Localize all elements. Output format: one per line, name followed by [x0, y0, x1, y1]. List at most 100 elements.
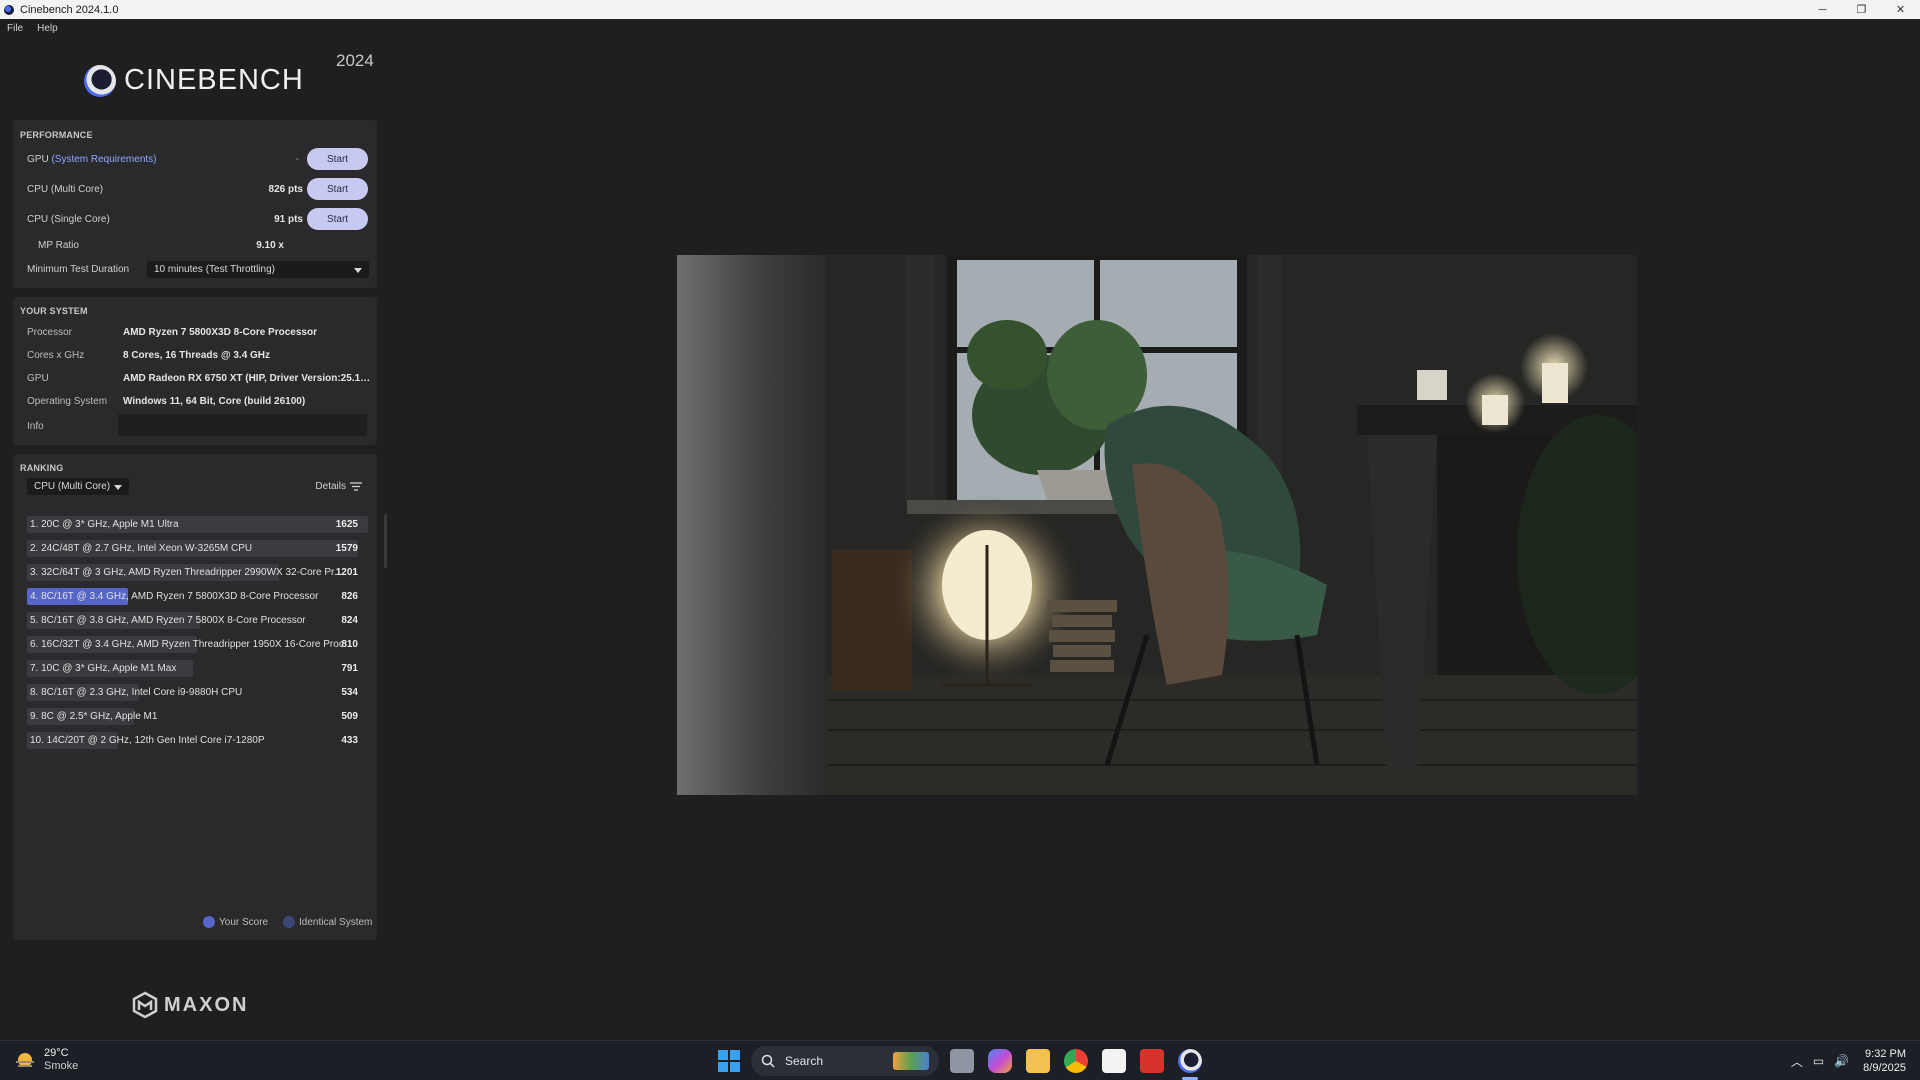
os-value: Windows 11, 64 Bit, Core (build 26100)	[123, 395, 306, 407]
flash-app-icon[interactable]	[1140, 1049, 1164, 1073]
min-duration-dropdown[interactable]: 10 minutes (Test Throttling)	[147, 261, 369, 278]
ranking-row-score: 1579	[335, 543, 358, 554]
panel-splitter[interactable]	[384, 514, 387, 568]
weather-temp: 29°C	[44, 1047, 69, 1059]
cinebench-app-icon	[4, 4, 14, 15]
ranking-category-dropdown[interactable]: CPU (Multi Core)	[27, 478, 129, 495]
ranking-row[interactable]: 7. 10C @ 3* GHz, Apple M1 Max 791	[27, 660, 368, 677]
legend-your-score: Your Score	[203, 916, 268, 928]
ranking-row-label: 7. 10C @ 3* GHz, Apple M1 Max	[30, 663, 177, 674]
ranking-row[interactable]: 9. 8C @ 2.5* GHz, Apple M1 509	[27, 708, 368, 725]
ranking-row-label: 4. 8C/16T @ 3.4 GHz, AMD Ryzen 7 5800X3D…	[30, 591, 319, 602]
legend-identical-system: Identical System	[283, 916, 372, 928]
ranking-row-score: 509	[341, 711, 358, 722]
ranking-row-label: 9. 8C @ 2.5* GHz, Apple M1	[30, 711, 158, 722]
processor-label: Processor	[27, 326, 73, 338]
copilot-icon[interactable]	[988, 1049, 1012, 1073]
maxon-text: MAXON	[164, 993, 249, 1016]
ranking-row[interactable]: 2. 24C/48T @ 2.7 GHz, Intel Xeon W-3265M…	[27, 540, 368, 557]
ranking-row[interactable]: 8. 8C/16T @ 2.3 GHz, Intel Core i9-9880H…	[27, 684, 368, 701]
maxon-logo: MAXON	[132, 991, 248, 1019]
mp-ratio-value: 9.10 x	[256, 239, 284, 251]
windows-taskbar: 29°C Smoke Search ︿ ▭ 🔊 9:32 PM 8/9/2025	[0, 1040, 1920, 1080]
weather-widget[interactable]: 29°C Smoke	[14, 1047, 78, 1073]
system-requirements-link[interactable]: (System Requirements)	[51, 154, 156, 165]
cpu-multi-row: CPU (Multi Core) 826 pts Start	[27, 178, 368, 200]
maxon-logo-icon	[132, 991, 158, 1019]
cinebench-logo-icon	[84, 64, 116, 97]
ranking-row[interactable]: 5. 8C/16T @ 3.8 GHz, AMD Ryzen 7 5800X 8…	[27, 612, 368, 629]
ranking-row[interactable]: 1. 20C @ 3* GHz, Apple M1 Ultra 1625	[27, 516, 368, 533]
chrome-icon[interactable]	[1064, 1049, 1088, 1073]
file-explorer-icon[interactable]	[1026, 1049, 1050, 1073]
minimize-button[interactable]: ─	[1803, 0, 1842, 19]
details-label: Details	[315, 481, 346, 492]
ranking-row-score: 534	[341, 687, 358, 698]
cores-row: Cores x GHz 8 Cores, 16 Threads @ 3.4 GH…	[27, 346, 372, 364]
details-button[interactable]: Details	[315, 481, 362, 492]
info-field[interactable]	[118, 414, 367, 436]
legend-identical-label: Identical System	[299, 916, 373, 928]
microsoft-store-icon[interactable]	[1102, 1049, 1126, 1073]
gpu-row: GPU (System Requirements) - Start	[27, 148, 368, 170]
ranking-row-score: 1201	[335, 567, 358, 578]
gpu-label: GPU	[27, 153, 49, 165]
taskbar-clock[interactable]: 9:32 PM 8/9/2025	[1863, 1047, 1906, 1075]
render-scene	[677, 255, 1637, 795]
render-preview-image	[677, 255, 1637, 795]
processor-row: Processor AMD Ryzen 7 5800X3D 8-Core Pro…	[27, 323, 372, 341]
close-button[interactable]: ✕	[1881, 0, 1920, 19]
ranking-row-label: 8. 8C/16T @ 2.3 GHz, Intel Core i9-9880H…	[30, 687, 243, 698]
menu-help[interactable]: Help	[30, 23, 65, 34]
ranking-row[interactable]: 3. 32C/64T @ 3 GHz, AMD Ryzen Threadripp…	[27, 564, 368, 581]
volume-icon[interactable]: 🔊	[1834, 1054, 1849, 1068]
ranking-row[interactable]: 4. 8C/16T @ 3.4 GHz, AMD Ryzen 7 5800X3D…	[27, 588, 368, 605]
cpu-single-label: CPU (Single Core)	[27, 213, 110, 225]
ranking-row[interactable]: 10. 14C/20T @ 2 GHz, 12th Gen Intel Core…	[27, 732, 368, 749]
clock-time: 9:32 PM	[1865, 1048, 1906, 1060]
ranking-row-label: 10. 14C/20T @ 2 GHz, 12th Gen Intel Core…	[30, 735, 265, 746]
cinebench-logo: CINEBENCH	[84, 64, 304, 97]
cpu-multi-label: CPU (Multi Core)	[27, 183, 104, 195]
windows-start-icon[interactable]	[717, 1049, 741, 1073]
processor-value: AMD Ryzen 7 5800X3D 8-Core Processor	[123, 326, 317, 338]
gpu-info-row: GPU AMD Radeon RX 6750 XT (HIP, Driver V…	[27, 369, 372, 387]
menu-file[interactable]: File	[0, 23, 30, 34]
search-icon	[761, 1054, 775, 1068]
gpu-info-label: GPU	[27, 372, 49, 384]
restore-button[interactable]: ❐	[1842, 0, 1881, 19]
ranking-row[interactable]: 6. 16C/32T @ 3.4 GHz, AMD Ryzen Threadri…	[27, 636, 368, 653]
clock-date: 8/9/2025	[1863, 1062, 1906, 1074]
cores-label: Cores x GHz	[27, 349, 85, 361]
cpu-multi-start-button[interactable]: Start	[307, 178, 368, 200]
your-score-swatch	[203, 916, 215, 928]
window-title: Cinebench 2024.1.0	[20, 3, 119, 16]
logo-text: CINEBENCH	[124, 64, 304, 96]
identical-system-swatch	[283, 916, 295, 928]
your-system-panel: YOUR SYSTEM Processor AMD Ryzen 7 5800X3…	[13, 297, 377, 445]
legend-your-score-label: Your Score	[219, 916, 269, 928]
cores-value: 8 Cores, 16 Threads @ 3.4 GHz	[123, 349, 271, 361]
search-placeholder: Search	[785, 1054, 824, 1068]
cinebench-icon[interactable]	[1178, 1049, 1202, 1073]
chevron-down-icon	[354, 267, 362, 273]
ranking-title: RANKING	[20, 463, 64, 473]
menu-bar: File Help	[0, 19, 1920, 37]
ranking-row-label: 6. 16C/32T @ 3.4 GHz, AMD Ryzen Threadri…	[30, 639, 353, 650]
your-system-title: YOUR SYSTEM	[20, 306, 88, 316]
tray-overflow-chevron-icon[interactable]: ︿	[1791, 1053, 1803, 1070]
cpu-single-row: CPU (Single Core) 91 pts Start	[27, 208, 368, 230]
ranking-row-label: 3. 32C/64T @ 3 GHz, AMD Ryzen Threadripp…	[30, 567, 343, 578]
task-view-icon[interactable]	[950, 1049, 974, 1073]
network-icon[interactable]: ▭	[1813, 1054, 1824, 1068]
title-bar: Cinebench 2024.1.0 ─ ❐ ✕	[0, 0, 1920, 19]
ranking-row-score: 1625	[335, 519, 358, 530]
weather-condition: Smoke	[44, 1060, 79, 1072]
gpu-start-button[interactable]: Start	[307, 148, 368, 170]
cpu-single-start-button[interactable]: Start	[307, 208, 368, 230]
ranking-row-score: 810	[341, 639, 358, 650]
gpu-score: -	[295, 153, 299, 165]
ranking-row-label: 1. 20C @ 3* GHz, Apple M1 Ultra	[30, 519, 179, 530]
taskbar-search[interactable]: Search	[751, 1046, 939, 1076]
info-label: Info	[27, 420, 44, 432]
